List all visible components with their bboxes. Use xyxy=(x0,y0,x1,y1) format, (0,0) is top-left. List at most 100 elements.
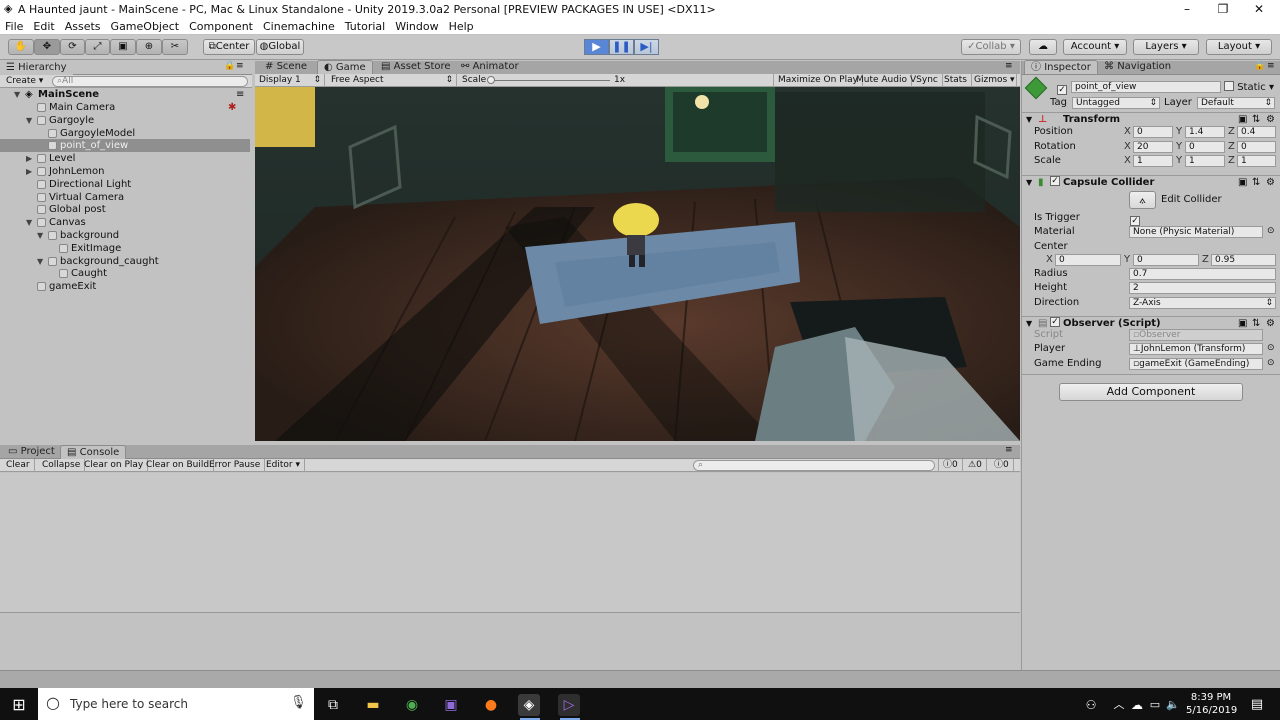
lock-icon[interactable]: 🔒 xyxy=(224,61,235,71)
editor-dropdown[interactable]: Editor ▾ xyxy=(262,459,306,472)
tab-game[interactable]: ◐ Game xyxy=(317,60,373,74)
microphone-icon[interactable]: 🎙 xyxy=(290,695,307,710)
volume-icon[interactable]: 🔈 xyxy=(1162,694,1184,716)
hierarchy-item[interactable]: Caught xyxy=(0,267,250,280)
custom-tool-icon[interactable]: ✂ xyxy=(162,39,188,55)
aspect-dropdown[interactable]: Free Aspect ⇕ xyxy=(327,74,457,87)
menu-help[interactable]: Help xyxy=(444,20,479,33)
help-icon[interactable]: ▣ xyxy=(1238,176,1247,190)
height-field[interactable]: 2 xyxy=(1129,282,1276,294)
rect-tool-icon[interactable]: ▣ xyxy=(110,39,136,55)
clear-button[interactable]: Clear xyxy=(2,459,35,472)
transform-y-field[interactable]: 1.4 xyxy=(1185,126,1225,138)
hierarchy-item[interactable]: GargoyleModel xyxy=(0,127,250,140)
tab-inspector[interactable]: ⓘ Inspector xyxy=(1024,60,1098,74)
cloud-icon[interactable]: ☁ xyxy=(1029,39,1057,55)
collab-dropdown[interactable]: ✓Collab ▾ xyxy=(961,39,1021,55)
taskbar-search-box[interactable]: ○ Type here to search 🎙 xyxy=(38,688,314,720)
console-log-list[interactable] xyxy=(0,473,1020,613)
warning-count-toggle[interactable]: ⚠0 xyxy=(964,459,987,472)
is-trigger-checkbox[interactable]: ✓ xyxy=(1130,212,1140,226)
collapse-toggle[interactable]: Collapse xyxy=(38,459,86,472)
menu-cinemachine[interactable]: Cinemachine xyxy=(258,20,340,33)
info-count-toggle[interactable]: ⓘ0 xyxy=(938,459,963,472)
help-icon[interactable]: ▣ xyxy=(1238,113,1247,127)
scene-menu-icon[interactable]: ≡ xyxy=(236,88,244,101)
task-view-icon[interactable]: ⧉ xyxy=(322,694,344,716)
tab-project[interactable]: ▭ Project xyxy=(2,445,61,459)
menu-component[interactable]: Component xyxy=(184,20,258,33)
transform-y-field[interactable]: 0 xyxy=(1185,141,1225,153)
hierarchy-item[interactable]: ▶ Level xyxy=(0,152,250,165)
hierarchy-item[interactable]: ▼ Canvas xyxy=(0,216,250,229)
hierarchy-item[interactable]: Directional Light xyxy=(0,178,250,191)
expand-arrow-icon[interactable]: ▼ xyxy=(37,229,43,242)
transform-x-field[interactable]: 20 xyxy=(1133,141,1173,153)
center-z-field[interactable]: 0.95 xyxy=(1211,254,1276,266)
console-search-input[interactable]: ⌕ xyxy=(693,460,935,471)
hierarchy-item[interactable]: ▼ background_caught xyxy=(0,255,250,268)
maximize-button[interactable]: ❐ xyxy=(1206,0,1240,18)
panel-menu-icon[interactable]: ≡ xyxy=(1005,61,1013,71)
menu-tutorial[interactable]: Tutorial xyxy=(340,20,390,33)
player-field[interactable]: ⊥JohnLemon (Transform) xyxy=(1129,343,1263,355)
preset-icon[interactable]: ⇅ xyxy=(1252,176,1260,190)
transform-z-field[interactable]: 1 xyxy=(1237,155,1276,167)
gear-icon[interactable]: ⚙ xyxy=(1266,317,1275,331)
error-pause-toggle[interactable]: Error Pause xyxy=(205,459,266,472)
transform-z-field[interactable]: 0 xyxy=(1237,141,1276,153)
add-component-button[interactable]: Add Component xyxy=(1059,383,1243,401)
gear-icon[interactable]: ⚙ xyxy=(1266,176,1275,190)
game-ending-field[interactable]: ▫gameExit (GameEnding) xyxy=(1129,358,1263,370)
active-checkbox[interactable]: ✓ xyxy=(1057,81,1067,95)
transform-x-field[interactable]: 1 xyxy=(1133,155,1173,167)
mute-audio-toggle[interactable]: Mute Audio xyxy=(852,74,912,87)
preset-icon[interactable]: ⇅ xyxy=(1252,113,1260,127)
layout-dropdown[interactable]: Layout ▾ xyxy=(1206,39,1272,55)
windows-start-icon[interactable]: ⊞ xyxy=(8,694,30,716)
collapsed-arrow-icon[interactable]: ▶ xyxy=(26,152,32,165)
panel-menu-icon[interactable]: ≡ xyxy=(1267,61,1275,71)
menu-gameobject[interactable]: GameObject xyxy=(106,20,185,33)
step-button[interactable]: ▶| xyxy=(634,39,659,55)
hierarchy-item[interactable]: gameExit xyxy=(0,280,250,293)
hierarchy-item[interactable]: Virtual Camera xyxy=(0,191,250,204)
error-count-toggle[interactable]: ⓘ0 xyxy=(990,459,1014,472)
layers-dropdown[interactable]: Layers ▾ xyxy=(1133,39,1199,55)
file-explorer-icon[interactable]: ▬ xyxy=(362,694,384,716)
hierarchy-item[interactable]: point_of_view xyxy=(0,139,250,153)
pivot-global-toggle[interactable]: ◍Global xyxy=(256,39,304,55)
transform-z-field[interactable]: 0.4 xyxy=(1237,126,1276,138)
scale-tool-icon[interactable]: ⤢ xyxy=(85,39,110,55)
pause-button[interactable]: ❚❚ xyxy=(609,39,634,55)
static-toggle[interactable]: Static ▾ xyxy=(1224,81,1274,93)
visual-studio-icon[interactable]: ▷ xyxy=(558,694,580,716)
radius-field[interactable]: 0.7 xyxy=(1129,268,1276,280)
tab-console[interactable]: ▤ Console xyxy=(60,445,127,459)
edit-collider-button[interactable]: ⟑ xyxy=(1129,191,1156,209)
game-viewport[interactable] xyxy=(255,87,1020,441)
capsule-collider-header[interactable]: ▼ ▮ ✓ Capsule Collider ▣ ⇅ ⚙ xyxy=(1022,175,1280,189)
center-y-field[interactable]: 0 xyxy=(1133,254,1199,266)
center-x-field[interactable]: 0 xyxy=(1055,254,1121,266)
object-picker-icon[interactable]: ⊙ xyxy=(1267,358,1275,368)
tab-navigation[interactable]: ⌘ Navigation xyxy=(1098,60,1177,74)
object-picker-icon[interactable]: ⊙ xyxy=(1267,226,1275,236)
transform-tool-icon[interactable]: ⊕ xyxy=(136,39,162,55)
vsync-toggle[interactable]: VSync xyxy=(906,74,943,87)
notifications-icon[interactable]: ▤ xyxy=(1246,694,1268,716)
tab-asset-store[interactable]: ▤ Asset Store xyxy=(375,60,457,74)
direction-dropdown[interactable]: Z-Axis ⇕ xyxy=(1129,297,1276,309)
clear-on-build-toggle[interactable]: Clear on Build xyxy=(142,459,215,472)
clear-on-play-toggle[interactable]: Clear on Play xyxy=(80,459,149,472)
unity-icon[interactable]: ◈ xyxy=(518,694,540,716)
minimize-button[interactable]: – xyxy=(1170,0,1204,18)
tab-hierarchy[interactable]: ☰ Hierarchy xyxy=(0,61,73,75)
create-dropdown[interactable]: Create ▾ xyxy=(2,75,47,88)
tag-dropdown[interactable]: Untagged ⇕ xyxy=(1072,97,1160,109)
menu-window[interactable]: Window xyxy=(390,20,443,33)
clock[interactable]: 8:39 PM 5/16/2019 xyxy=(1186,691,1237,717)
transform-x-field[interactable]: 0 xyxy=(1133,126,1173,138)
firefox-icon[interactable]: ● xyxy=(480,694,502,716)
gear-icon[interactable]: ⚙ xyxy=(1266,113,1275,127)
